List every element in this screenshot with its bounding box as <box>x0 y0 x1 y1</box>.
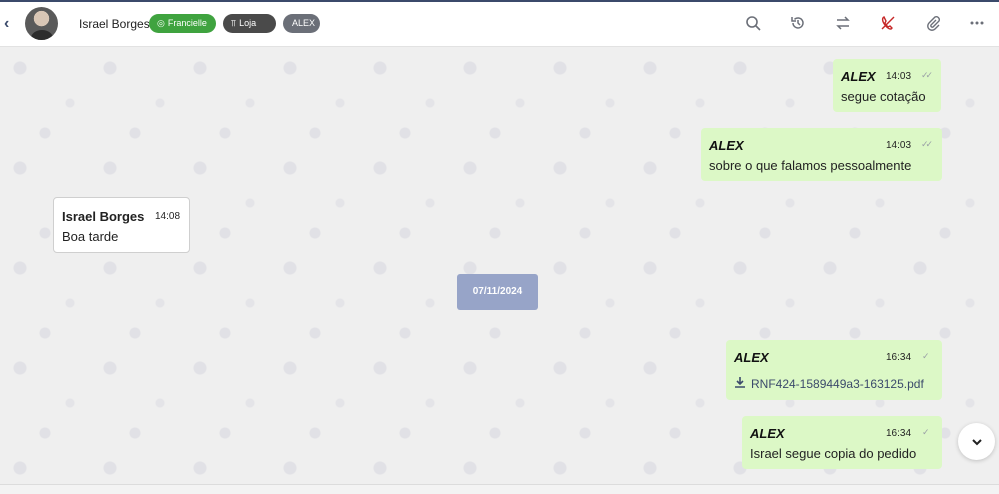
chevron-left-icon[interactable]: ‹ <box>4 16 18 32</box>
message-text: sobre o que falamos pessoalmente <box>709 158 912 173</box>
message-time: 16:34 <box>886 428 912 439</box>
tag-francielle[interactable]: ◎ Francielle <box>149 14 216 33</box>
message-text: Israel segue copia do pedido <box>750 446 917 461</box>
message-sender: ALEX <box>709 138 744 153</box>
message-time: 14:08 <box>155 211 181 222</box>
attach-icon[interactable] <box>924 15 942 33</box>
end-call-icon[interactable] <box>879 15 897 33</box>
download-icon <box>734 376 746 391</box>
message-bubble[interactable]: ALEX 14:03 ✓✓ segue cotação <box>833 59 941 112</box>
message-time: 16:34 <box>886 352 912 363</box>
search-icon[interactable] <box>744 15 762 33</box>
more-icon[interactable] <box>968 15 986 33</box>
double-check-icon: ✓✓ <box>921 139 933 149</box>
file-attachment[interactable]: RNF424-1589449a3-163125.pdf <box>734 376 924 391</box>
message-bubble[interactable]: ALEX 14:03 ✓✓ sobre o que falamos pessoa… <box>701 128 942 181</box>
date-divider: 07/11/2024 <box>457 274 538 310</box>
chat-header: ‹ Israel Borges ◎ Francielle ⫪ Loja ALEX <box>0 2 999 47</box>
chevron-down-icon <box>971 433 983 449</box>
message-sender: ALEX <box>841 69 876 84</box>
message-sender: ALEX <box>750 426 785 441</box>
message-time: 14:03 <box>886 140 912 151</box>
history-icon[interactable] <box>789 15 807 33</box>
scroll-down-button[interactable] <box>958 423 995 460</box>
check-icon: ✓ <box>922 351 929 361</box>
tag-label: ALEX <box>292 18 316 28</box>
tag-loja[interactable]: ⫪ Loja <box>223 14 276 33</box>
message-sender: ALEX <box>734 350 769 365</box>
composer-bar[interactable] <box>0 484 999 494</box>
tag-alex[interactable]: ALEX <box>283 14 320 33</box>
contact-name[interactable]: Israel Borges <box>79 17 150 31</box>
tag-label: Francielle <box>167 18 207 28</box>
avatar[interactable] <box>25 7 58 40</box>
message-sender: Israel Borges <box>62 209 145 224</box>
message-bubble[interactable]: Israel Borges 14:08 Boa tarde <box>53 197 190 253</box>
message-text: segue cotação <box>841 89 926 104</box>
check-icon: ✓ <box>922 427 929 437</box>
tag-label: Loja <box>239 18 257 28</box>
sitemap-icon: ⫪ <box>231 18 237 28</box>
double-check-icon: ✓✓ <box>921 70 933 80</box>
message-bubble[interactable]: ALEX 16:34 ✓ RNF424-1589449a3-163125.pdf <box>726 340 942 400</box>
transfer-icon[interactable] <box>834 15 852 33</box>
whatsapp-icon: ◎ <box>157 18 165 28</box>
message-text: Boa tarde <box>62 229 119 244</box>
message-bubble[interactable]: ALEX 16:34 ✓ Israel segue copia do pedid… <box>742 416 942 469</box>
file-name: RNF424-1589449a3-163125.pdf <box>751 377 924 391</box>
message-time: 14:03 <box>886 71 912 82</box>
